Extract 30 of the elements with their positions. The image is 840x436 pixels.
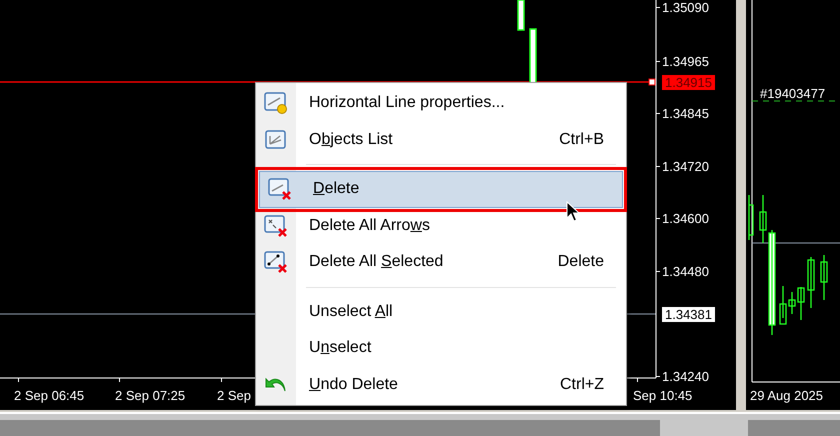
menu-item[interactable]: Delete All Arrows [256,208,626,244]
price-label: 1.34720 [662,159,709,174]
menu-item[interactable]: Horizontal Line properties... [256,85,626,122]
delete-icon [264,214,288,238]
price-label: 1.34845 [662,106,709,121]
time-label: Sep 10:45 [633,388,692,403]
price-label: 1.35090 [662,0,709,15]
time-label: 2 Sep [217,388,251,403]
menu-item[interactable]: Unselect All [256,294,626,330]
price-marker: 1.34381 [662,307,715,322]
time-label: 29 Aug 2025 [750,388,824,403]
line-handle-icon[interactable] [648,78,656,86]
properties-icon [264,91,288,116]
list-icon [264,128,288,152]
menu-item[interactable]: Undo Delete Ctrl+Z [256,366,626,403]
price-label: 1.34480 [662,264,709,279]
menu-item[interactable]: Delete All Selected Delete [256,244,626,280]
price-marker: 1.34915 [662,75,715,90]
price-label: 1.34600 [662,211,709,226]
price-label: 1.34240 [662,369,709,384]
order-label: #19403477 [760,86,826,101]
delete-icon [268,177,292,202]
menu-item[interactable]: Objects List Ctrl+B [256,122,626,158]
price-label: 1.34965 [662,54,709,69]
time-label: 2 Sep 06:45 [14,388,84,403]
time-label: 2 Sep 07:25 [115,388,186,403]
cursor-icon [566,201,580,223]
horizontal-line[interactable] [0,81,650,83]
menu-item[interactable]: Unselect [256,330,626,366]
delete-icon [264,250,288,274]
